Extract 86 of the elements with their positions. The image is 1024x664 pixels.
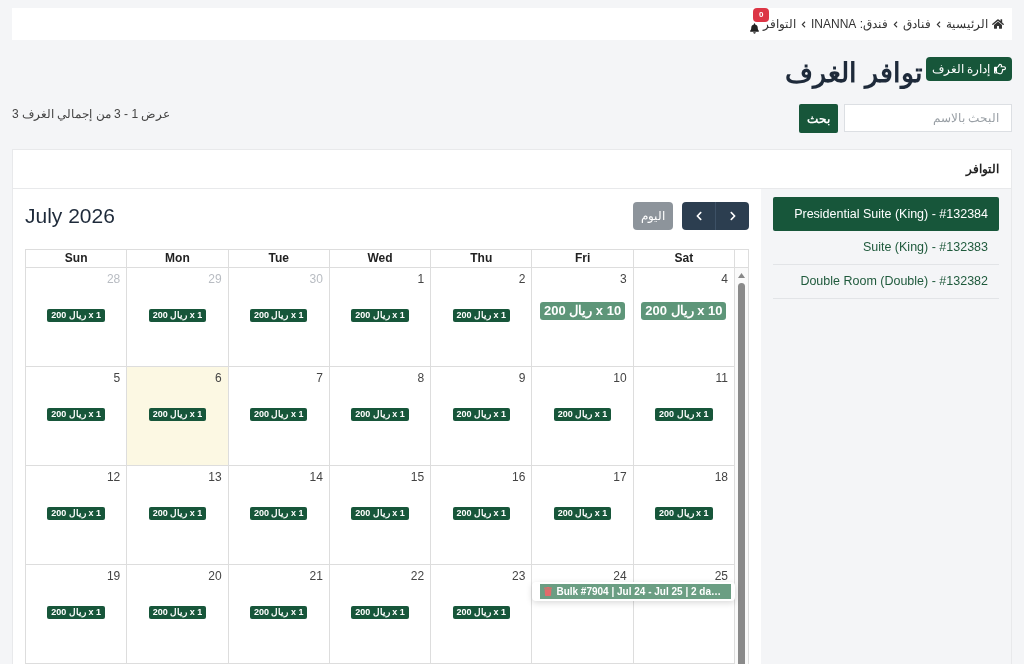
card-title: التوافر xyxy=(966,161,999,178)
search-button[interactable]: بحث xyxy=(799,104,838,133)
day-number: 2 xyxy=(518,271,527,287)
rate-tag[interactable]: 200 ريال x 1 xyxy=(148,507,207,520)
manage-rooms-button[interactable]: إدارة الغرف xyxy=(925,57,1012,81)
day-number: 12 xyxy=(106,469,122,485)
day-number: 16 xyxy=(512,469,527,485)
day-number: 19 xyxy=(106,568,122,584)
trash-icon xyxy=(544,587,553,596)
rate-tag[interactable]: 200 ريال x 1 xyxy=(553,507,612,520)
rate-tag[interactable]: 200 ريال x 1 xyxy=(452,507,511,520)
rate-tag[interactable]: 200 ريال x 1 xyxy=(47,507,105,520)
day-number: 22 xyxy=(410,568,426,584)
weekday-header: Wed xyxy=(329,250,432,267)
search-field[interactable]: البحث بالاسم xyxy=(844,104,1012,132)
rate-tag[interactable]: 200 ريال x 1 xyxy=(351,606,409,619)
day-number: 28 xyxy=(106,271,122,287)
day-number: 7 xyxy=(316,370,324,386)
rate-tag[interactable]: 200 ريال x 1 xyxy=(452,408,511,421)
rate-tag[interactable]: 200 ريال x 1 xyxy=(148,606,207,619)
rate-tag[interactable]: 200 ريال x 1 xyxy=(553,408,612,421)
day-number: 30 xyxy=(309,271,324,287)
day-number: 8 xyxy=(417,370,426,386)
day-number: 1 xyxy=(417,271,426,287)
scrollbar-thumb[interactable] xyxy=(738,283,745,664)
bell-icon[interactable] xyxy=(750,22,759,34)
rate-tag[interactable]: 200 ريال x 1 xyxy=(249,507,308,520)
weekday-header: Fri xyxy=(532,250,634,267)
breadcrumb-link[interactable]: الرئيسية xyxy=(946,15,988,33)
weekday-header: Tue xyxy=(228,250,330,267)
rate-tag[interactable]: 200 ريال x 1 xyxy=(351,507,409,520)
scrollbar[interactable] xyxy=(735,268,749,664)
home-icon[interactable] xyxy=(992,18,1004,30)
next-button[interactable] xyxy=(715,202,749,230)
day-number: 4 xyxy=(721,271,729,287)
results-summary: عرض 1 - 3 من إجمالي الغرف 3 xyxy=(12,106,171,123)
day-number: 13 xyxy=(208,469,223,485)
rate-tag[interactable]: 200 ريال x 1 xyxy=(655,408,713,421)
rate-tag[interactable]: 200 ريال x 1 xyxy=(452,606,511,619)
rate-tag[interactable]: 200 ريال x 1 xyxy=(249,408,308,421)
weekday-header: Thu xyxy=(431,250,533,267)
month-title: July 2026 xyxy=(25,203,115,230)
scroll-up-icon[interactable] xyxy=(738,273,745,278)
weekday-header: Sun xyxy=(26,250,128,267)
chevron-left-icon xyxy=(801,20,806,28)
chevron-left-icon xyxy=(893,20,898,28)
rate-tag[interactable]: 200 ريال x 1 xyxy=(47,309,105,322)
day-number: 15 xyxy=(410,469,426,485)
day-number: 17 xyxy=(613,469,628,485)
day-number: 25 xyxy=(714,568,729,584)
chevron-left-icon xyxy=(936,20,941,28)
day-number: 11 xyxy=(715,370,729,386)
rate-tag[interactable]: 200 ريال x 1 xyxy=(148,408,207,421)
day-number: 10 xyxy=(613,370,628,386)
rate-tag[interactable]: 200 ريال x 1 xyxy=(351,408,409,421)
day-number: 18 xyxy=(714,469,729,485)
rate-tag[interactable]: 200 ريال x 1 xyxy=(148,309,207,322)
chevron-right-icon xyxy=(727,211,738,221)
rate-tag[interactable]: 200 ريال x 1 xyxy=(249,309,308,322)
room-item[interactable]: Presidential Suite (King) - #132384 xyxy=(773,197,999,231)
day-number: 5 xyxy=(113,370,122,386)
breadcrumb-link[interactable]: فنادق xyxy=(903,15,931,33)
day-number: 29 xyxy=(208,271,223,287)
rate-tag[interactable]: 200 ريال x 1 xyxy=(655,507,713,520)
weekday-header: Sat xyxy=(633,250,735,267)
rate-tag[interactable]: 200 ريال x 1 xyxy=(351,309,409,322)
page-title: توافر الغرف xyxy=(785,58,923,88)
rate-tag[interactable]: 200 ريال x 1 xyxy=(47,606,105,619)
day-number: 3 xyxy=(620,271,628,287)
day-number: 9 xyxy=(518,370,527,386)
day-number: 14 xyxy=(309,469,324,485)
rate-tag[interactable]: 200 ريال x 1 xyxy=(249,606,308,619)
previous-button[interactable] xyxy=(682,202,715,230)
room-item[interactable]: Double Room (Double) - #132382 xyxy=(773,265,999,299)
rate-tag[interactable]: 200 ريال x 1 xyxy=(452,309,511,322)
day-number: 21 xyxy=(309,568,324,584)
room-item[interactable]: Suite (King) - #132383 xyxy=(773,231,999,265)
day-number: 23 xyxy=(512,568,527,584)
notification-badge: 0 xyxy=(753,7,770,22)
hand-pointer-icon xyxy=(994,63,1006,75)
breadcrumb-link[interactable]: فندق: INANNA xyxy=(811,15,888,33)
weekday-header: Mon xyxy=(127,250,229,267)
rate-tag[interactable]: 200 ريال x 1 xyxy=(47,408,105,421)
day-number: 24 xyxy=(613,568,628,584)
day-number: 20 xyxy=(208,568,223,584)
day-number: 6 xyxy=(214,370,223,386)
